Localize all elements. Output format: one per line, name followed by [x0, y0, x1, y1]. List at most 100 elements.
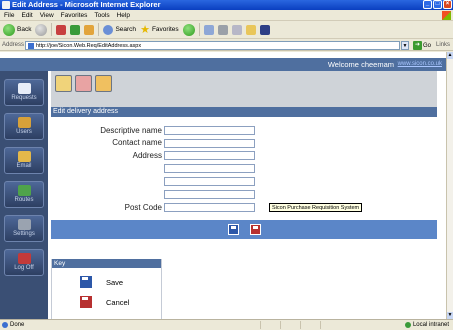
post-code-label: Post Code — [124, 203, 162, 212]
nav-requests[interactable]: Requests — [4, 79, 44, 106]
address-line1-input[interactable] — [164, 151, 255, 160]
favorites-label: Favorites — [151, 26, 179, 33]
zone-label: Local intranet — [412, 322, 449, 328]
minimize-button[interactable]: _ — [423, 0, 432, 9]
toolbar-separator — [98, 23, 100, 36]
menu-tools[interactable]: Tools — [94, 12, 109, 19]
menu-bar: File Edit View Favorites Tools Help — [0, 10, 453, 21]
address-field-label: Address — [132, 151, 162, 160]
stop-icon[interactable] — [56, 24, 67, 35]
cancel-icon[interactable] — [250, 224, 261, 235]
new-request-icon[interactable] — [55, 75, 72, 92]
nav-settings[interactable]: Settings — [4, 215, 44, 242]
status-bar: Done Local intranet — [0, 319, 453, 330]
forward-button[interactable] — [35, 23, 48, 36]
go-label: Go — [423, 42, 432, 49]
key-save-row: Save — [80, 276, 123, 288]
back-button[interactable]: Back — [3, 23, 32, 36]
back-label: Back — [17, 26, 32, 33]
close-button[interactable]: × — [443, 0, 452, 9]
address-line4-input[interactable] — [164, 190, 255, 199]
nav-routes-label: Routes — [14, 197, 34, 203]
nav-email[interactable]: Email — [4, 147, 44, 174]
key-title: Key — [52, 259, 161, 268]
action-icon-bar — [51, 71, 437, 107]
edit-address-form: Descriptive name Contact name Address Po… — [51, 117, 437, 220]
contact-name-label: Contact name — [112, 138, 162, 147]
delivery-truck-icon[interactable] — [75, 75, 92, 92]
page-content: Welcome cheemam www.sicon.co.uk Requests… — [0, 52, 446, 319]
search-label: Search — [115, 26, 137, 33]
menu-view[interactable]: View — [40, 12, 54, 19]
section-title: Edit delivery address — [53, 108, 118, 115]
favorites-button[interactable]: ★ Favorites — [140, 23, 179, 36]
save-icon[interactable] — [228, 224, 239, 235]
window-controls: _ □ × — [423, 0, 452, 9]
menu-edit[interactable]: Edit — [21, 12, 32, 19]
nav-log-off-label: Log Off — [14, 265, 34, 271]
security-zone: Local intranet — [404, 320, 449, 330]
folder-icon[interactable] — [245, 24, 256, 35]
refresh-icon[interactable] — [70, 24, 81, 35]
form-button-bar — [51, 220, 437, 239]
key-save-label: Save — [106, 277, 124, 287]
window-title: Edit Address - Microsoft Internet Explor… — [12, 0, 161, 9]
edit-icon[interactable] — [231, 24, 242, 35]
contact-name-input[interactable] — [164, 139, 255, 148]
descriptive-name-label: Descriptive name — [100, 126, 162, 135]
vertical-scrollbar[interactable]: ▲ ▼ — [446, 52, 453, 319]
tooltip-text: Sicon Purchase Requisition System — [272, 205, 360, 211]
address-line3-input[interactable] — [164, 177, 255, 186]
address-url: http://joe/Sicon.Web.Req/EditAddress.asp… — [36, 43, 142, 49]
go-button[interactable]: ➜ Go — [413, 41, 431, 50]
address-line2-input[interactable] — [164, 164, 255, 173]
home-icon[interactable] — [84, 24, 95, 35]
nav-requests-label: Requests — [11, 95, 37, 101]
links-label[interactable]: Links — [436, 42, 450, 48]
nav-log-off[interactable]: Log Off — [4, 249, 44, 276]
routes-icon — [17, 185, 31, 196]
post-code-input[interactable] — [164, 203, 255, 212]
status-cell — [320, 321, 340, 329]
browser-toolbar: Back Search ★ Favorites — [0, 21, 453, 39]
menu-favorites[interactable]: Favorites — [61, 12, 88, 19]
menu-file[interactable]: File — [4, 12, 14, 19]
scroll-down-icon[interactable]: ▼ — [447, 312, 453, 319]
windows-logo-icon — [442, 11, 451, 20]
site-link[interactable]: www.sicon.co.uk — [398, 61, 442, 67]
email-icon — [17, 151, 31, 162]
status-cells — [260, 321, 340, 329]
status-cell — [300, 321, 320, 329]
go-arrow-icon: ➜ — [413, 41, 422, 50]
nav-routes[interactable]: Routes — [4, 181, 44, 208]
search-button[interactable]: Search — [103, 24, 137, 35]
address-input[interactable]: http://joe/Sicon.Web.Req/EditAddress.asp… — [25, 41, 400, 50]
ie-icon — [2, 1, 10, 9]
save-icon — [80, 276, 92, 288]
history-icon[interactable] — [182, 23, 195, 36]
messenger-icon[interactable] — [259, 24, 270, 35]
page-icon — [28, 43, 34, 49]
nav-users[interactable]: Users — [4, 113, 44, 140]
menu-help[interactable]: Help — [117, 12, 130, 19]
address-label: Address — [2, 42, 25, 48]
key-panel: Key Save Cancel — [51, 259, 162, 319]
log-off-icon — [17, 253, 31, 264]
status-cell — [280, 321, 300, 329]
nav-settings-label: Settings — [13, 231, 35, 237]
scroll-up-icon[interactable]: ▲ — [447, 52, 453, 59]
address-bar: Address http://joe/Sicon.Web.Req/EditAdd… — [0, 40, 453, 51]
mail-icon[interactable] — [203, 24, 214, 35]
users-icon — [17, 117, 31, 128]
maximize-button[interactable]: □ — [433, 0, 442, 9]
stack-icon[interactable] — [95, 75, 112, 92]
print-icon[interactable] — [217, 24, 228, 35]
nav-email-label: Email — [16, 163, 32, 169]
search-icon — [103, 24, 114, 35]
descriptive-name-input[interactable] — [164, 126, 255, 135]
address-dropdown-button[interactable]: ▼ — [401, 41, 409, 50]
toolbar-separator — [51, 23, 53, 36]
status-page-icon — [2, 322, 8, 328]
status-text: Done — [10, 322, 25, 328]
status-cell — [260, 321, 280, 329]
